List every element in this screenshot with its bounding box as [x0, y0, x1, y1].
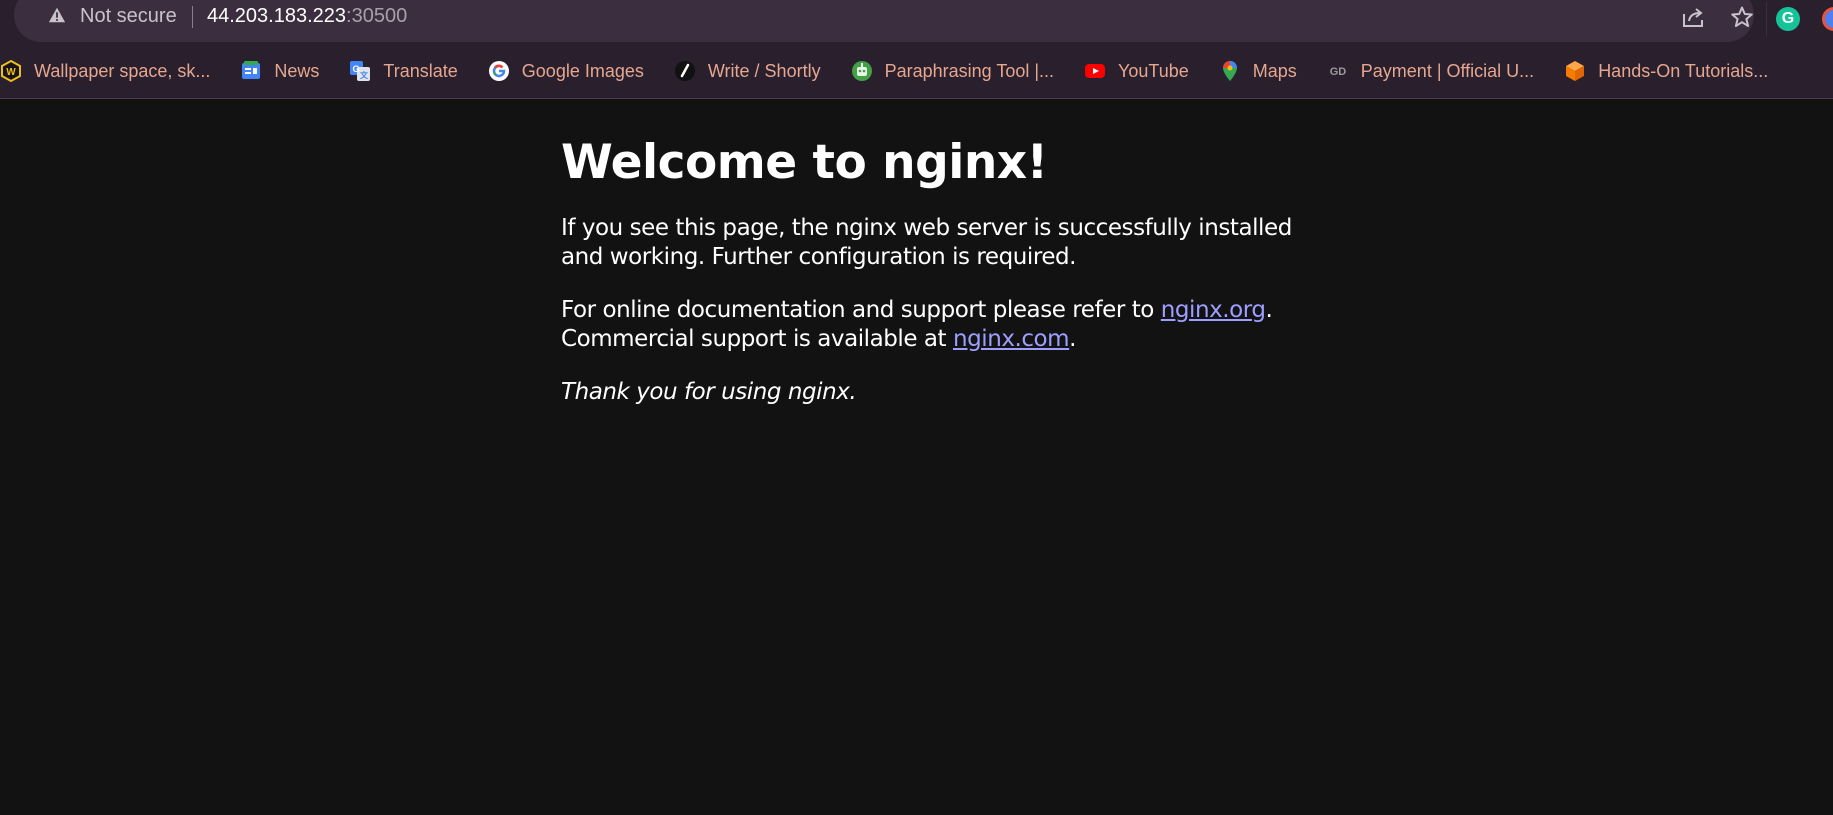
bookmark-translate[interactable]: G 文 Translate [341, 56, 465, 86]
commercial-suffix: . [1069, 326, 1076, 352]
svg-text:G: G [353, 64, 360, 74]
support-paragraph: For online documentation and support ple… [561, 296, 1321, 354]
bookmark-paraphrasing[interactable]: Paraphrasing Tool |... [843, 56, 1062, 86]
bookmark-news[interactable]: News [232, 56, 327, 86]
google-news-icon [242, 61, 261, 79]
security-status[interactable]: Not secure [80, 5, 177, 28]
bookmark-label: Wallpaper space, sk... [34, 60, 211, 81]
address-bar[interactable]: Not secure 44.203.183.223:30500 [14, 0, 1754, 42]
url-port: :30500 [346, 5, 408, 27]
svg-text:W: W [6, 67, 16, 78]
svg-text:GD: GD [1330, 66, 1347, 78]
page-title: Welcome to nginx! [561, 135, 1048, 190]
maps-pin-icon [1222, 61, 1237, 81]
robot-icon [851, 61, 872, 81]
svg-text:文: 文 [360, 70, 369, 80]
wallpaper-icon: W [1, 60, 21, 82]
page-content: Welcome to nginx! If you see this page, … [561, 130, 1321, 431]
bookmark-wallpaper[interactable]: W Wallpaper space, sk... [0, 56, 218, 86]
nginx-org-link[interactable]: nginx.org [1161, 297, 1266, 323]
thanks-text: Thank you for using nginx. [561, 379, 857, 405]
bookmarks-bar: W Wallpaper space, sk... News G 文 Transl… [0, 56, 1833, 86]
bookmark-label: Maps [1252, 60, 1297, 81]
address-divider [192, 6, 193, 28]
grammarly-icon[interactable]: G [1776, 7, 1800, 31]
url-text[interactable]: 44.203.183.223:30500 [207, 5, 407, 28]
bookmark-google-images[interactable]: Google Images [480, 56, 652, 86]
browser-chrome: Not secure 44.203.183.223:30500 G W Wall… [0, 0, 1833, 99]
bookmark-label: News [274, 60, 320, 81]
share-icon[interactable] [1681, 6, 1705, 28]
google-icon [488, 61, 509, 81]
warning-triangle-icon[interactable] [48, 6, 66, 24]
bookmark-shortly[interactable]: Write / Shortly [666, 56, 829, 86]
url-host: 44.203.183.223 [207, 5, 347, 27]
bookmark-label: Translate [383, 60, 458, 81]
bookmark-label: Google Images [521, 60, 644, 81]
bookmark-label: YouTube [1118, 60, 1189, 81]
cube-icon [1566, 61, 1585, 81]
shortly-icon [674, 61, 695, 81]
thanks-paragraph: Thank you for using nginx. [561, 378, 1321, 407]
google-translate-icon: G 文 [350, 61, 371, 81]
bookmark-youtube[interactable]: YouTube [1076, 56, 1197, 86]
bookmark-label: Hands-On Tutorials... [1598, 60, 1769, 81]
docs-suffix: . [1265, 297, 1273, 323]
bookmark-maps[interactable]: Maps [1211, 56, 1305, 86]
gd-icon: GD [1330, 66, 1347, 78]
bookmark-label: Write / Shortly [707, 60, 821, 81]
extension-icon[interactable] [1822, 7, 1833, 31]
star-icon[interactable] [1730, 5, 1754, 29]
commercial-text: Commercial support is available at [561, 326, 953, 352]
docs-text: For online documentation and support ple… [561, 297, 1161, 323]
bookmark-label: Payment | Official U... [1360, 60, 1535, 81]
toolbar-divider [1766, 2, 1767, 36]
nginx-com-link[interactable]: nginx.com [953, 326, 1070, 352]
bookmark-label: Paraphrasing Tool |... [884, 60, 1055, 81]
youtube-icon [1085, 64, 1106, 78]
bookmark-payment[interactable]: GD Payment | Official U... [1319, 56, 1542, 86]
intro-paragraph: If you see this page, the nginx web serv… [561, 215, 1292, 270]
bookmark-hands-on[interactable]: Hands-On Tutorials... [1556, 56, 1776, 86]
